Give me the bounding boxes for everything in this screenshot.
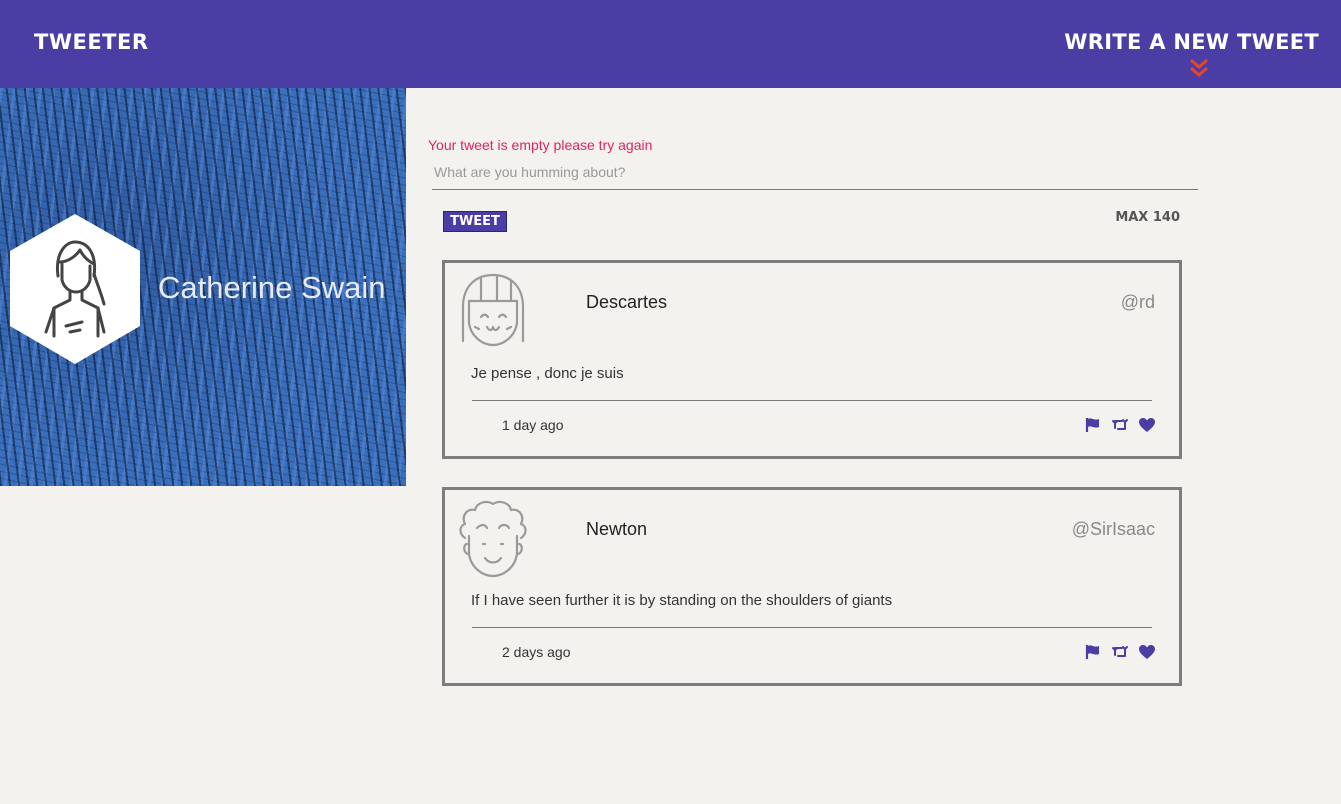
brand-logo[interactable]: Tweeter [34, 30, 149, 54]
tweet-content: If I have seen further it is by standing… [471, 592, 893, 609]
tweet-content: Je pense , donc je suis [471, 365, 624, 382]
tweet-author: Newton [586, 519, 648, 539]
tweet-handle[interactable]: @rd [1121, 292, 1155, 313]
chevron-double-down-icon[interactable] [1189, 58, 1209, 78]
write-new-tweet-button[interactable]: Write a new tweet [1064, 30, 1319, 54]
tweet-divider [472, 627, 1152, 628]
char-counter: MAX 140 [1115, 210, 1180, 225]
retweet-icon[interactable] [1112, 644, 1128, 660]
flag-icon[interactable] [1085, 417, 1101, 433]
error-message: Your tweet is empty please try again [428, 137, 653, 153]
tweet-actions [1085, 417, 1155, 433]
tweet-input[interactable] [432, 154, 1198, 190]
write-new-tweet-label: Write a new tweet [1064, 30, 1319, 54]
heart-icon[interactable] [1139, 644, 1155, 660]
girl-face-avatar-icon [461, 273, 525, 347]
flag-icon[interactable] [1085, 644, 1101, 660]
tweet-author: Descartes [586, 292, 668, 312]
tweet-divider [472, 400, 1152, 401]
tweet-timestamp: 2 days ago [502, 644, 571, 660]
tweet-timestamp: 1 day ago [502, 417, 564, 433]
profile-header: Catherine Swain [0, 88, 406, 486]
top-nav: Tweeter Write a new tweet [0, 0, 1341, 88]
tweet-card: Descartes @rd Je pense , donc je suis 1 … [442, 260, 1182, 459]
heart-icon[interactable] [1139, 417, 1155, 433]
retweet-icon[interactable] [1112, 417, 1128, 433]
tweet-actions [1085, 644, 1155, 660]
profile-avatar [10, 214, 140, 364]
tweet-card: Newton @SirIsaac If I have seen further … [442, 487, 1182, 686]
profile-name: Catherine Swain [158, 270, 386, 305]
tweet-handle[interactable]: @SirIsaac [1072, 519, 1155, 540]
curly-hair-avatar-icon [459, 500, 527, 578]
tweet-submit-button[interactable]: Tweet [443, 211, 507, 232]
